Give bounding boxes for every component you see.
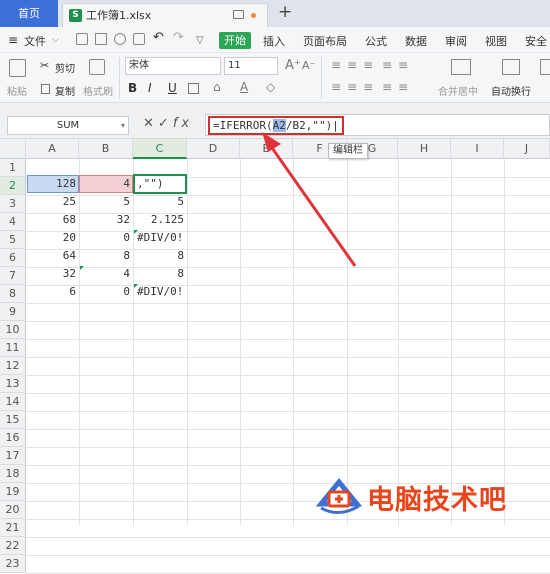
- row-header-22[interactable]: 22: [0, 537, 26, 555]
- row-gridline: [26, 555, 550, 556]
- row-header-23[interactable]: 23: [0, 555, 26, 573]
- formula-bar-tooltip: 编辑栏: [328, 143, 368, 159]
- row-gridline: [26, 537, 550, 538]
- watermark-text: 电脑技术吧: [367, 485, 507, 516]
- watermark: 电脑技术吧: [313, 478, 550, 516]
- watermark-logo-icon: [315, 478, 363, 514]
- annotation-arrow: [262, 132, 357, 267]
